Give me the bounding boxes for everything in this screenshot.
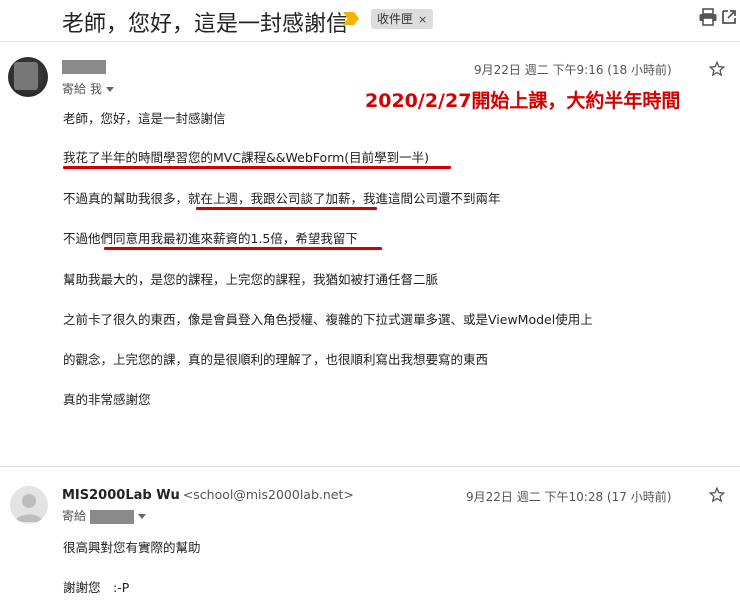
importance-marker-icon[interactable] (343, 12, 359, 25)
recipient-label: 寄給 我 (62, 82, 102, 96)
print-icon[interactable] (698, 8, 718, 26)
red-underline-2 (196, 207, 377, 210)
email-subject: 老師，您好，這是一封感謝信 (62, 12, 349, 37)
body-line-8: 真的非常感謝您 (63, 392, 151, 407)
body-line-6: 之前卡了很久的東西，像是會員登入角色授權、複雜的下拉式選單多選、或是ViewMo… (63, 312, 593, 327)
body-line-3: 不過真的幫助我很多，就在上週，我跟公司談了加薪，我進這間公司還不到兩年 (63, 191, 501, 206)
sender-email: <school@mis2000lab.net> (182, 487, 354, 502)
body-line-4: 不過他們同意用我最初進來薪資的1.5倍，希望我留下 (63, 231, 358, 246)
red-underline-3 (104, 247, 382, 250)
message-date-2: 9月22日 週二 下午10:28 (17 小時前) (466, 490, 672, 504)
recipient-details-caret-icon[interactable] (105, 87, 114, 92)
recipient-line[interactable]: 寄給 我 (62, 80, 114, 97)
body-line-1: 老師，您好，這是一封感謝信 (63, 111, 226, 126)
inbox-label-chip[interactable]: 收件匣 × (371, 9, 434, 29)
sender-line: MIS2000Lab Wu <school@mis2000lab.net> (62, 487, 354, 503)
sender-name-redacted (62, 60, 106, 74)
header-divider (0, 41, 740, 42)
sender-name[interactable]: MIS2000Lab Wu (62, 488, 180, 503)
red-underline-1 (63, 166, 451, 169)
remove-label-icon[interactable]: × (418, 13, 427, 26)
person-placeholder-icon (15, 494, 43, 522)
star-outline-icon[interactable] (709, 61, 725, 77)
sender-avatar-default[interactable] (10, 486, 48, 524)
open-in-new-window-icon[interactable] (720, 8, 738, 26)
recipient-label-2: 寄給 (62, 509, 87, 523)
recipient-details-caret-icon-2[interactable] (138, 514, 147, 519)
red-annotation: 2020/2/27開始上課，大約半年時間 (365, 90, 681, 112)
body-line-2: 我花了半年的時間學習您的MVC課程&&WebForm(目前學到一半) (63, 150, 430, 165)
reply-line-1: 很高興對您有實際的幫助 (63, 540, 201, 555)
message-divider (0, 466, 740, 467)
body-line-5: 幫助我最大的，是您的課程，上完您的課程，我猶如被打通任督二脈 (63, 272, 439, 287)
reply-line-2: 謝謝您 :-P (63, 580, 130, 595)
star-outline-icon-2[interactable] (709, 487, 725, 503)
inbox-label-text: 收件匣 (377, 12, 414, 26)
recipient-name-redacted (90, 509, 135, 524)
recipient-line-2[interactable]: 寄給 (62, 507, 147, 524)
message-date: 9月22日 週二 下午9:16 (18 小時前) (474, 63, 672, 77)
sender-avatar[interactable] (8, 57, 48, 97)
body-line-7: 的觀念，上完您的課，真的是很順利的理解了，也很順利寫出我想要寫的東西 (63, 352, 489, 367)
